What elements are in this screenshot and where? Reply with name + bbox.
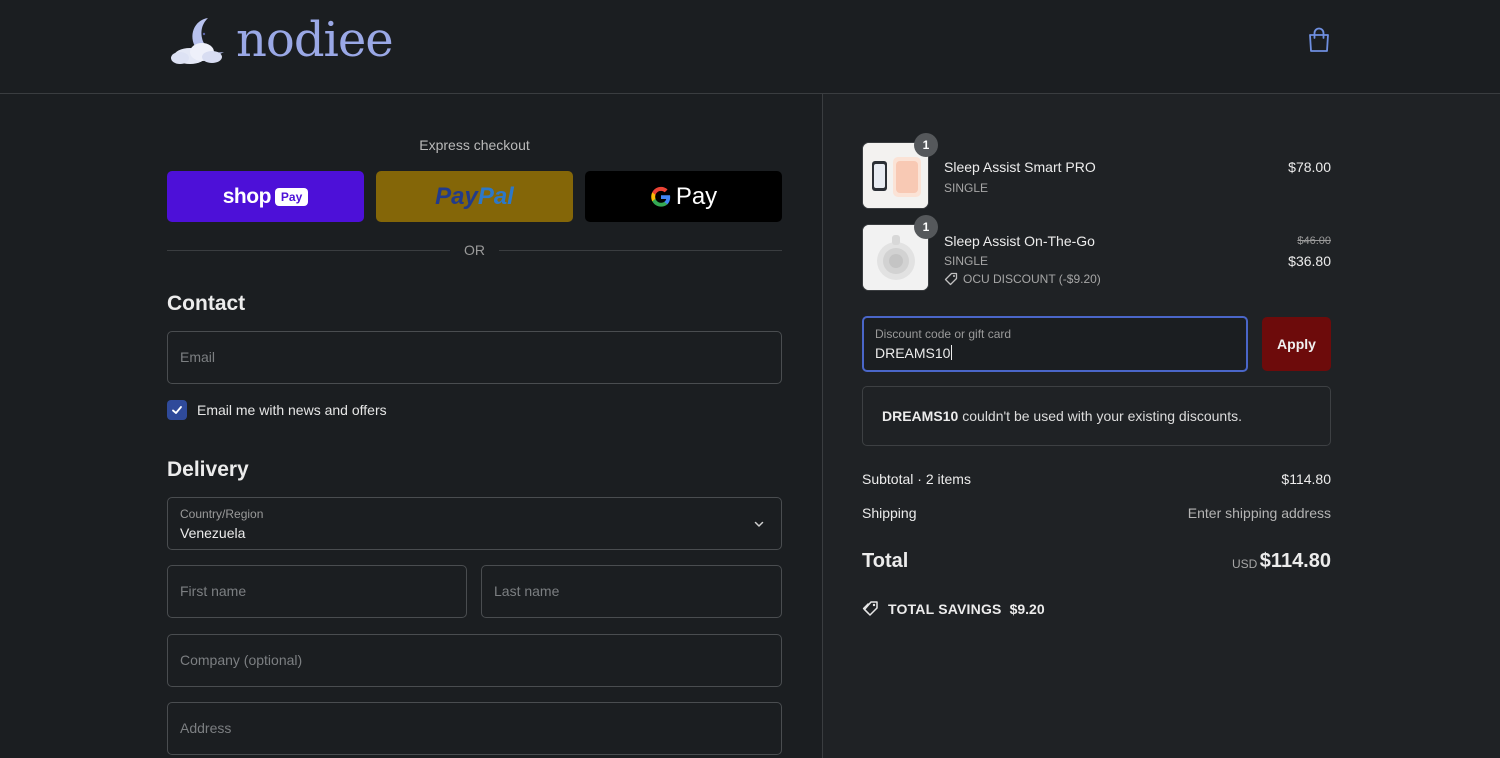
total-value: $114.80 [1259,550,1331,572]
item-variant: SINGLE [944,254,989,268]
email-field[interactable]: Email [167,331,782,384]
express-checkout-title: Express checkout [419,137,530,153]
email-placeholder: Email [180,349,216,365]
item-original-price: $46.00 [1297,235,1331,247]
header: nodiee [0,0,1500,94]
item-name: Sleep Assist On-The-Go [944,233,1095,249]
error-discount-code: DREAMS10 [882,408,959,424]
item-discount-label: OCU DISCOUNT (-$9.20) [963,272,1101,286]
subtotal-value: $114.80 [1281,471,1331,487]
last-name-field[interactable]: Last name [481,565,782,618]
or-text: OR [464,242,485,258]
savings-value: $9.20 [1009,601,1045,617]
company-field[interactable]: Company (optional) [167,634,782,687]
shopping-bag-icon [1309,27,1329,52]
shipping-label: Shipping [862,505,917,521]
shop-pay-wordmark: shop [222,184,272,208]
newsletter-checkbox[interactable] [167,400,187,420]
first-name-field[interactable]: First name [167,565,467,618]
first-name-placeholder: First name [180,583,247,599]
country-select[interactable]: Country/Region Venezuela [167,497,782,550]
cart-item: 1 Sleep Assist On-The-Go SINGLE OCU DISC… [862,215,1331,292]
cart-bag-button[interactable] [1306,26,1332,54]
quantity-badge: 1 [914,133,938,157]
company-placeholder: Company (optional) [180,652,303,668]
google-pay-label: Pay [675,182,718,210]
delivery-title: Delivery [167,458,249,481]
paypal-button[interactable]: PayPal [376,171,573,222]
discount-error-message: DREAMS10 couldn't be used with your exis… [862,386,1331,446]
column-divider [822,94,823,758]
paypal-wordmark: PayPal [435,183,514,211]
newsletter-checkbox-row[interactable]: Email me with news and offers [167,400,387,420]
savings-label: TOTAL SAVINGS [888,601,1002,617]
brand-name: nodiee [236,12,394,68]
discount-code-label: Discount code or gift card [875,327,1012,341]
total-currency: USD [1232,557,1258,571]
chevron-down-icon [754,521,764,527]
contact-title: Contact [167,292,246,315]
quantity-badge: 1 [914,215,938,239]
address-placeholder: Address [180,720,232,736]
total-label: Total [862,550,909,572]
country-value: Venezuela [180,525,246,541]
item-variant: SINGLE [944,181,989,195]
shipping-value: Enter shipping address [1187,505,1331,521]
item-price: $78.00 [1288,159,1331,175]
google-pay-button[interactable]: Pay [585,171,782,222]
total-savings: TOTAL SAVINGS $9.20 [862,600,1045,618]
checkmark-icon [172,406,182,414]
shop-pay-badge: Pay [274,187,309,206]
discount-code-input[interactable]: Discount code or gift card DREAMS10 [862,316,1248,372]
google-g-icon [651,186,670,207]
item-name: Sleep Assist Smart PRO [944,159,1096,175]
error-text: couldn't be used with your existing disc… [962,408,1242,424]
cart-item: 1 Sleep Assist Smart PRO SINGLE $78.00 [862,133,1331,210]
text-caret [951,345,953,360]
or-separator: OR [167,242,782,260]
last-name-placeholder: Last name [494,583,560,599]
brand-logo[interactable]: nodiee [168,12,394,68]
discount-code-text: DREAMS10 [875,345,951,361]
tags-icon [862,601,878,616]
item-price: $36.80 [1288,253,1331,269]
shop-pay-button[interactable]: shop Pay [167,171,364,222]
address-field[interactable]: Address [167,702,782,755]
paypal-wordmark-pal: Pal [477,182,514,210]
tag-icon [944,272,958,286]
country-label: Country/Region [180,507,264,521]
subtotal-label: Subtotal · 2 items [862,471,971,487]
newsletter-label: Email me with news and offers [197,402,387,418]
item-discount: OCU DISCOUNT (-$9.20) [944,272,1101,286]
moon-cloud-logo-icon [171,18,224,64]
discount-code-value: DREAMS10 [875,345,953,361]
paypal-wordmark-pay: Pay [435,182,478,210]
apply-discount-button[interactable]: Apply [1262,317,1331,371]
